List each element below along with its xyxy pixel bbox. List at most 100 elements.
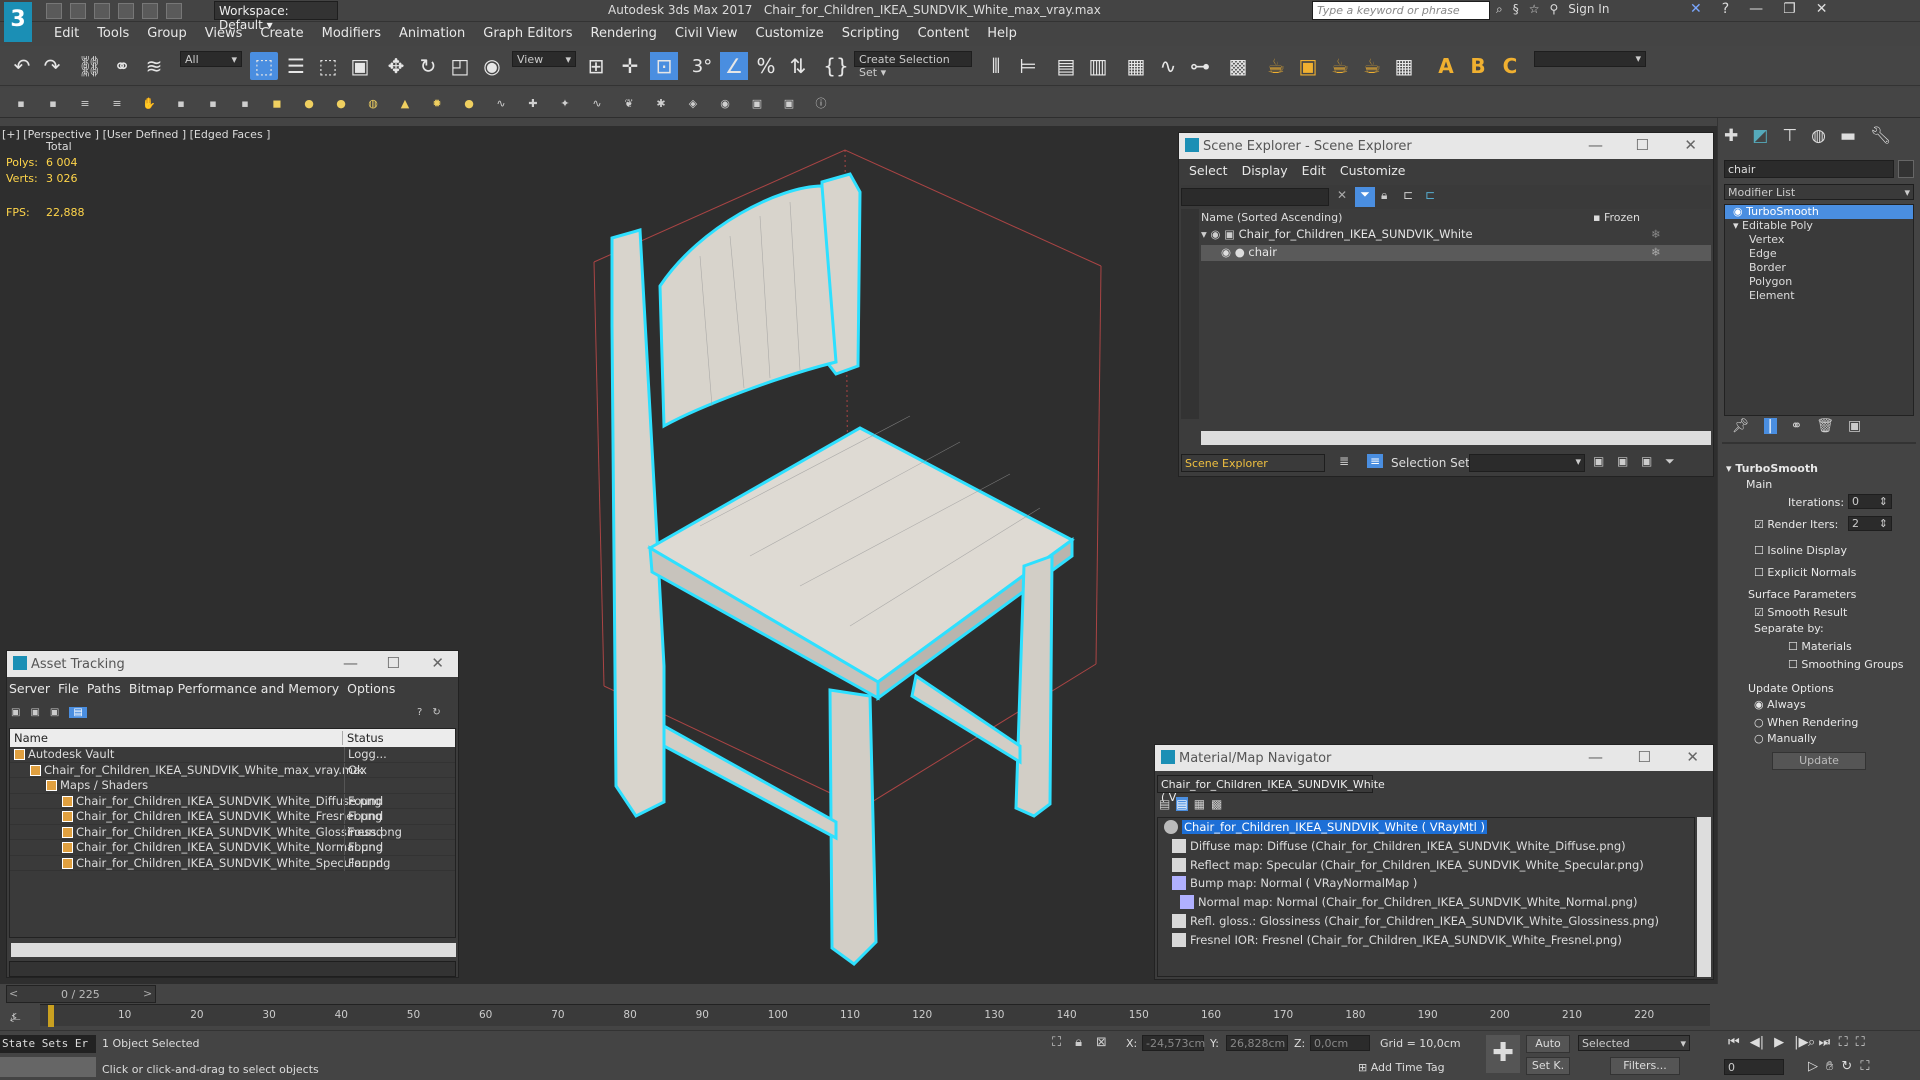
table-row[interactable]: Maps / Shaders xyxy=(10,778,455,794)
z-coordinate-field[interactable]: 0,0cm xyxy=(1310,1035,1370,1051)
list-view-icon[interactable]: ▤ xyxy=(1159,797,1170,811)
render-preset-dropdown[interactable]: ▾ xyxy=(1534,51,1646,67)
isoline-display-checkbox[interactable]: ☐ Isoline Display xyxy=(1754,544,1847,557)
refresh-icon[interactable]: ↻ xyxy=(432,707,440,718)
menu-scripting[interactable]: Scripting xyxy=(833,22,909,46)
se-menu-customize[interactable]: Customize xyxy=(1340,163,1406,178)
menu-rendering[interactable]: Rendering xyxy=(582,22,666,46)
when-rendering-radio[interactable]: ○ When Rendering xyxy=(1754,716,1858,729)
selection-set-dropdown[interactable]: ▾ xyxy=(1469,454,1585,472)
modifier-stack-item[interactable]: Border xyxy=(1725,261,1913,275)
pin-stack-icon[interactable]: 📌︎ xyxy=(1732,418,1750,434)
curve-editor-icon[interactable]: ∿ xyxy=(1154,52,1182,80)
pivot-icon[interactable]: ⊞ xyxy=(582,52,610,80)
minimize-icon[interactable]: — xyxy=(343,654,358,672)
scene-explorer-titlebar[interactable]: Scene Explorer - Scene Explorer — ☐ ✕ xyxy=(1179,133,1713,159)
current-frame-field[interactable]: 0 xyxy=(1724,1059,1784,1075)
select-set-icon[interactable]: ▣ xyxy=(1641,454,1652,468)
at-menu-file[interactable]: File xyxy=(58,681,79,696)
camera-icon[interactable]: ▣ xyxy=(748,94,766,112)
hand-icon[interactable]: ✋ xyxy=(140,94,158,112)
se-menu-select[interactable]: Select xyxy=(1189,163,1228,178)
update-button[interactable]: Update xyxy=(1772,752,1866,770)
add-time-tag[interactable]: ⊞ Add Time Tag xyxy=(1358,1061,1445,1074)
selection-filter-dropdown[interactable]: All ▾ xyxy=(180,51,242,67)
sun-icon[interactable]: ● xyxy=(460,94,478,112)
redo-quick-icon[interactable] xyxy=(142,3,158,19)
tree-row[interactable]: ▾ ◉ ▣ Chair_for_Children_IKEA_SUNDVIK_Wh… xyxy=(1201,227,1711,243)
named-sets-icon[interactable]: {} xyxy=(822,52,850,80)
menu-views[interactable]: Views xyxy=(196,22,252,46)
freeze-icon[interactable]: ❄ xyxy=(1651,245,1661,259)
material-row-selected[interactable]: Chair_for_Children_IKEA_SUNDVIK_White ( … xyxy=(1158,818,1694,837)
menu-customize[interactable]: Customize xyxy=(747,22,833,46)
render-iterative-icon[interactable]: ☕ xyxy=(1358,52,1386,80)
table-row[interactable]: Chair_for_Children_IKEA_SUNDVIK_White_Gl… xyxy=(10,824,455,840)
cone-icon[interactable]: ▲ xyxy=(396,94,414,112)
placement-icon[interactable]: ◉ xyxy=(478,52,506,80)
spinner-snap-icon[interactable]: ⇅ xyxy=(784,52,812,80)
unlink-icon[interactable]: ⚭ xyxy=(108,52,136,80)
save-file-icon[interactable] xyxy=(94,3,110,19)
materials-checkbox[interactable]: ☐ Materials xyxy=(1788,640,1852,653)
select-icon[interactable]: ⬚ xyxy=(250,52,278,80)
leaf-icon[interactable]: ❦ xyxy=(620,94,638,112)
add-key-icon[interactable]: ✚ xyxy=(1486,1035,1520,1073)
maximize-icon[interactable]: ☐ xyxy=(387,654,400,672)
layer-explorer-icon[interactable]: ▤ xyxy=(1052,52,1080,80)
light-icon[interactable]: ✹ xyxy=(428,94,446,112)
menu-group[interactable]: Group xyxy=(138,22,196,46)
maximize-icon[interactable]: ☐ xyxy=(1636,136,1649,154)
render-iters-checkbox[interactable]: ☑ Render Iters: xyxy=(1754,518,1838,531)
asset-path-field[interactable] xyxy=(9,961,456,977)
modify-tab-icon[interactable]: ◩ xyxy=(1752,126,1768,146)
modifier-stack-item[interactable]: ◉ TurboSmooth xyxy=(1725,205,1913,219)
at-menu-bitmap-performance-and-memory[interactable]: Bitmap Performance and Memory xyxy=(129,681,339,696)
set-key-button[interactable]: Set K. xyxy=(1526,1057,1570,1075)
horizontal-scrollbar[interactable] xyxy=(1201,431,1711,445)
open-file-icon[interactable] xyxy=(70,3,86,19)
pan-icon[interactable]: ✋︎ xyxy=(1826,1059,1833,1074)
asset-tracking-window[interactable]: Asset Tracking — ☐ ✕ Server File Paths Bitm… xyxy=(6,650,459,978)
scale-icon[interactable]: ◰ xyxy=(446,52,474,80)
bone-icon[interactable]: ✦ xyxy=(556,94,574,112)
se-menu-edit[interactable]: Edit xyxy=(1302,163,1326,178)
vault-icon[interactable]: ▣ xyxy=(11,707,20,718)
dynamics-icon[interactable]: ◈ xyxy=(684,94,702,112)
iterations-spinner[interactable]: 0 ⇕ xyxy=(1848,494,1892,509)
render-setup-icon[interactable]: ☕ xyxy=(1262,52,1290,80)
info-icon[interactable]: ⓘ xyxy=(812,94,830,112)
scene-explorer-icon[interactable]: ▥ xyxy=(1084,52,1112,80)
rotate-icon[interactable]: ↻ xyxy=(414,52,442,80)
render-online-icon[interactable]: ▦ xyxy=(1390,52,1418,80)
zoom-extents-icon[interactable]: ⛶ xyxy=(1839,1035,1848,1050)
minimize-icon[interactable]: — xyxy=(1588,136,1603,154)
close-icon[interactable]: ✕ xyxy=(1816,1,1828,17)
viewport-icon[interactable]: ▣ xyxy=(780,94,798,112)
wind-icon[interactable]: ∿ xyxy=(588,94,606,112)
modifier-stack-item[interactable]: ▾ Editable Poly xyxy=(1725,219,1913,233)
checkout-icon[interactable]: ▣ xyxy=(50,707,59,718)
torus-icon[interactable]: ◍ xyxy=(364,94,382,112)
save-layout-icon[interactable]: ▪ xyxy=(44,94,62,112)
make-unique-icon[interactable]: ⚭ xyxy=(1791,418,1803,434)
menu-modifiers[interactable]: Modifiers xyxy=(313,22,390,46)
smoothing-groups-checkbox[interactable]: ☐ Smoothing Groups xyxy=(1788,658,1904,671)
x-coordinate-field[interactable]: -24,573cm xyxy=(1142,1035,1205,1051)
map-row[interactable]: Fresnel IOR: Fresnel (Chair_for_Children… xyxy=(1158,931,1694,950)
restore-icon[interactable]: ❐ xyxy=(1783,1,1796,17)
ribbon-icon[interactable]: ▦ xyxy=(1122,52,1150,80)
new-file-icon[interactable] xyxy=(46,3,62,19)
viewport-toggle-icon[interactable]: ▪ xyxy=(12,94,30,112)
app-logo[interactable]: 3 xyxy=(4,2,32,42)
table-row[interactable]: Chair_for_Children_IKEA_SUNDVIK_White_Fr… xyxy=(10,809,455,825)
y-coordinate-field[interactable]: 26,828cm xyxy=(1226,1035,1288,1051)
table-row[interactable]: Chair_for_Children_IKEA_SUNDVIK_White_Di… xyxy=(10,793,455,809)
manually-radio[interactable]: ○ Manually xyxy=(1754,732,1817,745)
list-icon[interactable]: ≡ xyxy=(76,94,94,112)
cylinder-icon[interactable]: ● xyxy=(332,94,350,112)
filter-set-icon[interactable]: ⏷ xyxy=(1665,454,1675,469)
text-c-icon[interactable]: C xyxy=(1496,52,1524,80)
table-row[interactable]: Autodesk Vault Logg... xyxy=(10,747,455,763)
tree-row-selected[interactable]: ◉ ● chair ❄ xyxy=(1201,245,1711,261)
